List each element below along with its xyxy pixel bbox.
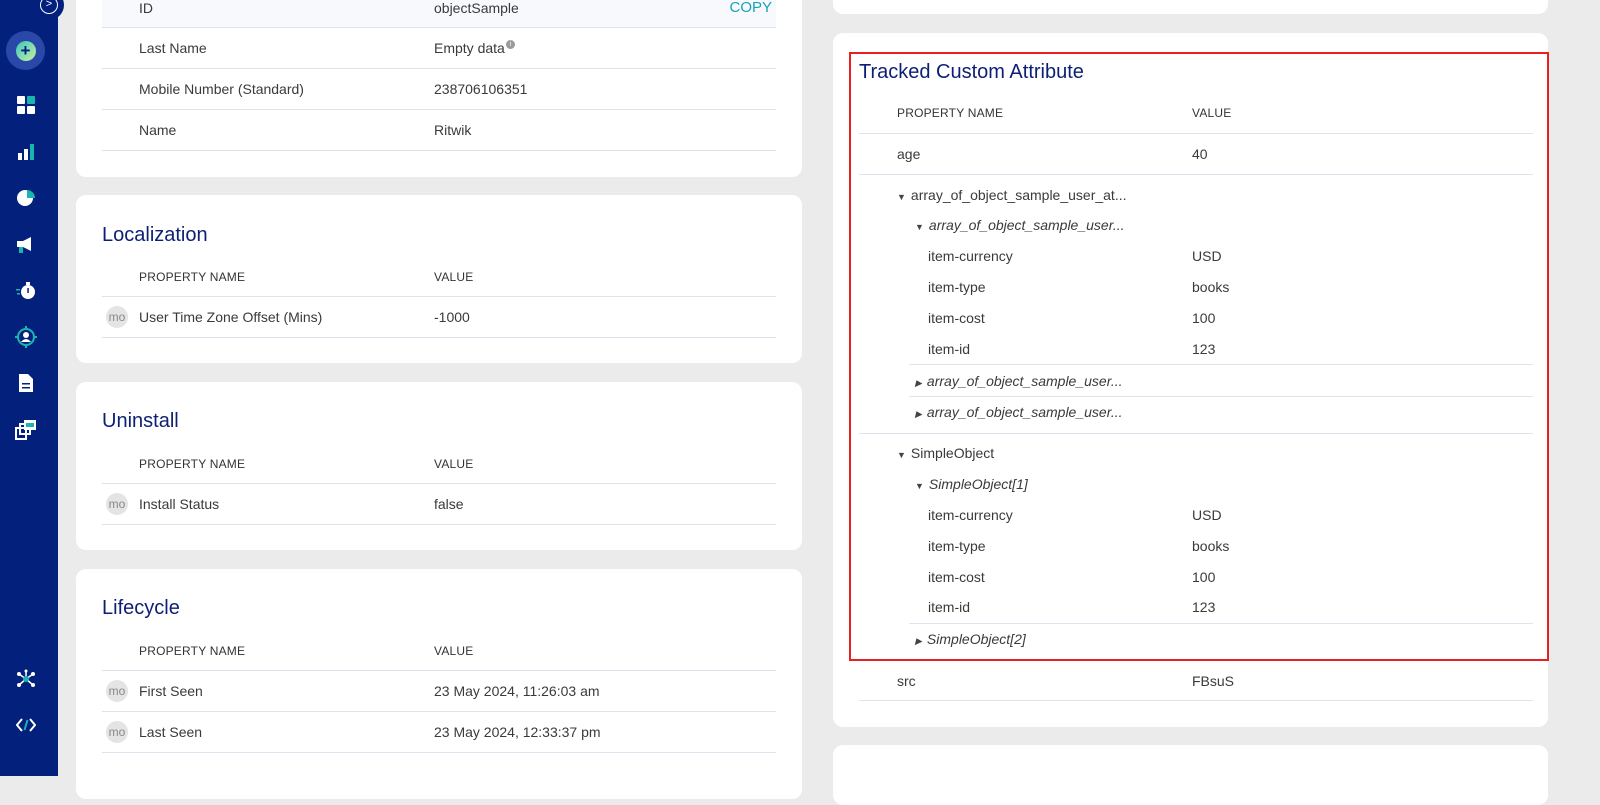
table-row: ID objectSample COPY xyxy=(102,0,776,28)
column-header-name: PROPERTY NAME xyxy=(139,644,246,658)
table-header: PROPERTY NAME VALUE xyxy=(102,633,776,671)
table-row: Last Name Empty data i xyxy=(102,28,776,69)
row-label: ID xyxy=(139,0,153,16)
column-header-value: VALUE xyxy=(434,644,474,658)
create-button[interactable]: + xyxy=(6,31,45,70)
table-header: PROPERTY NAME VALUE xyxy=(102,446,776,484)
sidebar: > + xyxy=(0,0,64,776)
row-value: -1000 xyxy=(434,309,470,325)
row-value: FBsuS xyxy=(1192,673,1235,689)
chevron-right-icon: > xyxy=(40,0,58,14)
developer-icon[interactable] xyxy=(14,713,38,737)
lifecycle-card: Lifecycle PROPERTY NAME VALUE mo First S… xyxy=(76,569,802,799)
row-label: First Seen xyxy=(139,683,203,699)
table-row: Name Ritwik xyxy=(102,110,776,151)
reports-icon[interactable] xyxy=(14,371,38,395)
journeys-icon[interactable] xyxy=(14,279,38,303)
column-header-name: PROPERTY NAME xyxy=(139,457,246,471)
table-header: PROPERTY NAME VALUE xyxy=(102,259,776,297)
row-label: Install Status xyxy=(139,496,220,512)
uninstall-card: Uninstall PROPERTY NAME VALUE mo Install… xyxy=(76,382,802,550)
dashboard-icon[interactable] xyxy=(14,93,38,117)
users-icon[interactable] xyxy=(14,325,38,349)
row-label: Name xyxy=(139,122,177,138)
templates-icon[interactable] xyxy=(14,418,38,442)
expand-sidebar-button[interactable]: > xyxy=(34,0,64,20)
column-header-value: VALUE xyxy=(434,270,474,284)
row-value: 23 May 2024, 11:26:03 am xyxy=(434,683,600,699)
row-label: src xyxy=(897,673,916,689)
analytics-icon[interactable] xyxy=(14,140,38,164)
row-value: false xyxy=(434,496,464,512)
table-row: Mobile Number (Standard) 238706106351 xyxy=(102,69,776,110)
source-badge: mo xyxy=(106,306,128,328)
column-header-value: VALUE xyxy=(434,457,474,471)
row-value: 23 May 2024, 12:33:37 pm xyxy=(434,724,601,740)
next-card xyxy=(833,745,1548,805)
row-value: 238706106351 xyxy=(434,81,528,97)
divider xyxy=(859,700,1533,701)
source-badge: mo xyxy=(106,493,128,515)
section-title: Lifecycle xyxy=(102,597,180,619)
segments-icon[interactable] xyxy=(14,186,38,210)
section-title: Localization xyxy=(102,224,208,246)
info-icon[interactable]: i xyxy=(505,40,515,49)
empty-data-text: Empty data xyxy=(434,40,505,56)
previous-card xyxy=(833,0,1548,14)
row-label: Mobile Number (Standard) xyxy=(139,81,304,97)
table-row: mo User Time Zone Offset (Mins) -1000 xyxy=(102,297,776,338)
highlight-box xyxy=(849,52,1549,661)
profile-card: ID objectSample COPY Last Name Empty dat… xyxy=(76,0,802,177)
row-label: Last Name xyxy=(139,40,207,56)
row-value: Empty data i xyxy=(434,40,515,56)
copy-button[interactable]: COPY xyxy=(729,0,772,16)
integrations-icon[interactable] xyxy=(14,667,38,691)
row-value: Ritwik xyxy=(434,122,472,138)
row-label: Last Seen xyxy=(139,724,203,740)
table-row: mo First Seen 23 May 2024, 11:26:03 am xyxy=(102,671,776,712)
column-header-name: PROPERTY NAME xyxy=(139,270,246,284)
table-row: mo Install Status false xyxy=(102,484,776,525)
row-value: objectSample xyxy=(434,0,519,16)
table-row: mo Last Seen 23 May 2024, 12:33:37 pm xyxy=(102,712,776,753)
source-badge: mo xyxy=(106,721,128,743)
plus-icon: + xyxy=(15,40,36,61)
section-title: Uninstall xyxy=(102,410,179,432)
source-badge: mo xyxy=(106,680,128,702)
campaigns-icon[interactable] xyxy=(14,233,38,257)
row-label: User Time Zone Offset (Mins) xyxy=(139,309,323,325)
localization-card: Localization PROPERTY NAME VALUE mo User… xyxy=(76,195,802,363)
